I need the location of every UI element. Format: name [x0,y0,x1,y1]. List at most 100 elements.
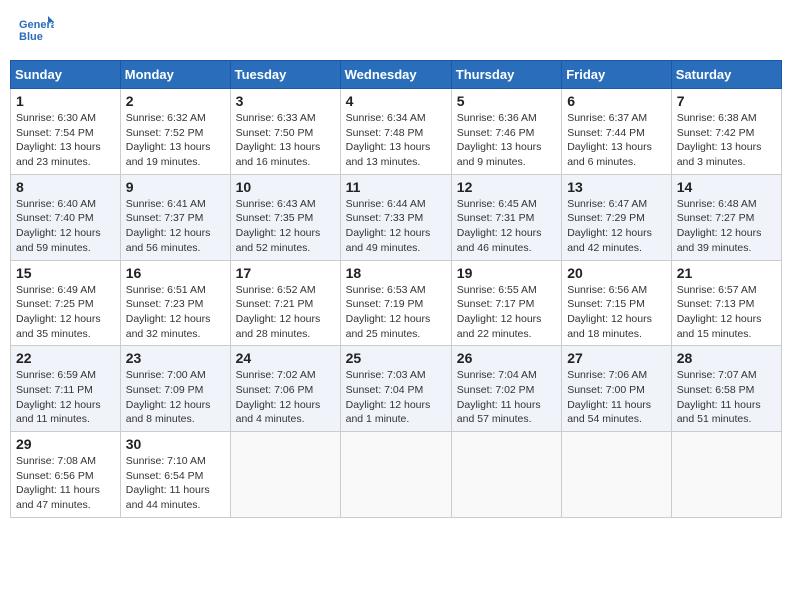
calendar-cell: 16Sunrise: 6:51 AMSunset: 7:23 PMDayligh… [120,260,230,346]
calendar-cell: 3Sunrise: 6:33 AMSunset: 7:50 PMDaylight… [230,89,340,175]
calendar-cell: 12 Sunrise: 6:45 AMSunset: 7:31 PMDayligh… [451,174,561,260]
calendar-cell: 8Sunrise: 6:40 AMSunset: 7:40 PMDaylight… [11,174,121,260]
day-number: 17 [236,265,335,281]
calendar-week-row: 22 Sunrise: 6:59 AMSunset: 7:11 PMDayligh… [11,346,782,432]
calendar-cell: 6 Sunrise: 6:37 AMSunset: 7:44 PMDaylight… [562,89,672,175]
day-info: Sunrise: 6:49 AMSunset: 7:25 PMDaylight:… [16,283,115,342]
day-number: 18 [346,265,446,281]
calendar-cell: 7 Sunrise: 6:38 AMSunset: 7:42 PMDaylight… [671,89,781,175]
calendar-cell: 9 Sunrise: 6:41 AMSunset: 7:37 PMDaylight… [120,174,230,260]
col-header-tuesday: Tuesday [230,61,340,89]
day-number: 19 [457,265,556,281]
day-number: 29 [16,436,115,452]
day-number: 9 [126,179,225,195]
logo: General Blue [18,14,54,50]
day-info: Sunrise: 7:08 AMSunset: 6:56 PMDaylight:… [16,454,115,513]
day-number: 3 [236,93,335,109]
calendar-week-row: 15 Sunrise: 6:49 AMSunset: 7:25 PMDayligh… [11,260,782,346]
calendar-cell: 19 Sunrise: 6:55 AMSunset: 7:17 PMDayligh… [451,260,561,346]
day-info: Sunrise: 7:06 AMSunset: 7:00 PMDaylight:… [567,368,666,427]
day-number: 12 [457,179,556,195]
day-info: Sunrise: 7:04 AMSunset: 7:02 PMDaylight:… [457,368,556,427]
day-number: 5 [457,93,556,109]
day-number: 2 [126,93,225,109]
day-number: 22 [16,350,115,366]
day-number: 7 [677,93,776,109]
day-number: 28 [677,350,776,366]
col-header-thursday: Thursday [451,61,561,89]
calendar-cell: 28 Sunrise: 7:07 AMSunset: 6:58 PMDayligh… [671,346,781,432]
page-header: General Blue [10,10,782,54]
calendar-cell: 26 Sunrise: 7:04 AMSunset: 7:02 PMDayligh… [451,346,561,432]
calendar-cell: 24Sunrise: 7:02 AMSunset: 7:06 PMDayligh… [230,346,340,432]
calendar-cell: 13 Sunrise: 6:47 AMSunset: 7:29 PMDayligh… [562,174,672,260]
col-header-friday: Friday [562,61,672,89]
day-info: Sunrise: 6:48 AMSunset: 7:27 PMDaylight:… [677,197,776,256]
day-info: Sunrise: 6:45 AMSunset: 7:31 PMDaylight:… [457,197,556,256]
col-header-sunday: Sunday [11,61,121,89]
day-info: Sunrise: 6:44 AMSunset: 7:33 PMDaylight:… [346,197,446,256]
calendar-table: SundayMondayTuesdayWednesdayThursdayFrid… [10,60,782,518]
day-number: 13 [567,179,666,195]
day-info: Sunrise: 6:43 AMSunset: 7:35 PMDaylight:… [236,197,335,256]
calendar-week-row: 1 Sunrise: 6:30 AMSunset: 7:54 PMDaylight… [11,89,782,175]
day-number: 27 [567,350,666,366]
day-info: Sunrise: 6:30 AMSunset: 7:54 PMDaylight:… [16,111,115,170]
day-number: 10 [236,179,335,195]
calendar-cell: 15 Sunrise: 6:49 AMSunset: 7:25 PMDayligh… [11,260,121,346]
day-number: 4 [346,93,446,109]
day-number: 11 [346,179,446,195]
calendar-cell: 23Sunrise: 7:00 AMSunset: 7:09 PMDayligh… [120,346,230,432]
calendar-cell [562,432,672,518]
calendar-cell: 21 Sunrise: 6:57 AMSunset: 7:13 PMDayligh… [671,260,781,346]
day-number: 1 [16,93,115,109]
col-header-saturday: Saturday [671,61,781,89]
calendar-cell: 17Sunrise: 6:52 AMSunset: 7:21 PMDayligh… [230,260,340,346]
calendar-cell: 22 Sunrise: 6:59 AMSunset: 7:11 PMDayligh… [11,346,121,432]
day-info: Sunrise: 6:51 AMSunset: 7:23 PMDaylight:… [126,283,225,342]
day-number: 14 [677,179,776,195]
calendar-cell: 4 Sunrise: 6:34 AMSunset: 7:48 PMDaylight… [340,89,451,175]
day-info: Sunrise: 6:32 AMSunset: 7:52 PMDaylight:… [126,111,225,170]
calendar-cell: 29 Sunrise: 7:08 AMSunset: 6:56 PMDayligh… [11,432,121,518]
day-info: Sunrise: 6:38 AMSunset: 7:42 PMDaylight:… [677,111,776,170]
day-info: Sunrise: 6:57 AMSunset: 7:13 PMDaylight:… [677,283,776,342]
calendar-cell: 5 Sunrise: 6:36 AMSunset: 7:46 PMDaylight… [451,89,561,175]
calendar-cell: 25 Sunrise: 7:03 AMSunset: 7:04 PMDayligh… [340,346,451,432]
day-info: Sunrise: 7:07 AMSunset: 6:58 PMDaylight:… [677,368,776,427]
calendar-cell: 27 Sunrise: 7:06 AMSunset: 7:00 PMDayligh… [562,346,672,432]
calendar-week-row: 8Sunrise: 6:40 AMSunset: 7:40 PMDaylight… [11,174,782,260]
calendar-cell [230,432,340,518]
calendar-cell: 2 Sunrise: 6:32 AMSunset: 7:52 PMDaylight… [120,89,230,175]
day-number: 30 [126,436,225,452]
day-number: 8 [16,179,115,195]
day-number: 15 [16,265,115,281]
calendar-cell: 20 Sunrise: 6:56 AMSunset: 7:15 PMDayligh… [562,260,672,346]
day-info: Sunrise: 7:03 AMSunset: 7:04 PMDaylight:… [346,368,446,427]
calendar-cell: 30 Sunrise: 7:10 AMSunset: 6:54 PMDayligh… [120,432,230,518]
logo-svg: General Blue [18,14,54,50]
day-info: Sunrise: 6:37 AMSunset: 7:44 PMDaylight:… [567,111,666,170]
calendar-header-row: SundayMondayTuesdayWednesdayThursdayFrid… [11,61,782,89]
day-number: 26 [457,350,556,366]
day-info: Sunrise: 6:34 AMSunset: 7:48 PMDaylight:… [346,111,446,170]
day-info: Sunrise: 6:41 AMSunset: 7:37 PMDaylight:… [126,197,225,256]
day-info: Sunrise: 6:56 AMSunset: 7:15 PMDaylight:… [567,283,666,342]
calendar-cell: 18 Sunrise: 6:53 AMSunset: 7:19 PMDayligh… [340,260,451,346]
day-info: Sunrise: 6:53 AMSunset: 7:19 PMDaylight:… [346,283,446,342]
day-info: Sunrise: 6:36 AMSunset: 7:46 PMDaylight:… [457,111,556,170]
day-number: 6 [567,93,666,109]
calendar-cell: 11 Sunrise: 6:44 AMSunset: 7:33 PMDayligh… [340,174,451,260]
day-number: 23 [126,350,225,366]
day-info: Sunrise: 7:10 AMSunset: 6:54 PMDaylight:… [126,454,225,513]
calendar-week-row: 29 Sunrise: 7:08 AMSunset: 6:56 PMDayligh… [11,432,782,518]
day-number: 24 [236,350,335,366]
day-info: Sunrise: 6:55 AMSunset: 7:17 PMDaylight:… [457,283,556,342]
day-number: 25 [346,350,446,366]
svg-text:Blue: Blue [19,31,43,43]
day-info: Sunrise: 6:47 AMSunset: 7:29 PMDaylight:… [567,197,666,256]
day-info: Sunrise: 6:59 AMSunset: 7:11 PMDaylight:… [16,368,115,427]
calendar-cell [340,432,451,518]
day-number: 20 [567,265,666,281]
day-number: 21 [677,265,776,281]
